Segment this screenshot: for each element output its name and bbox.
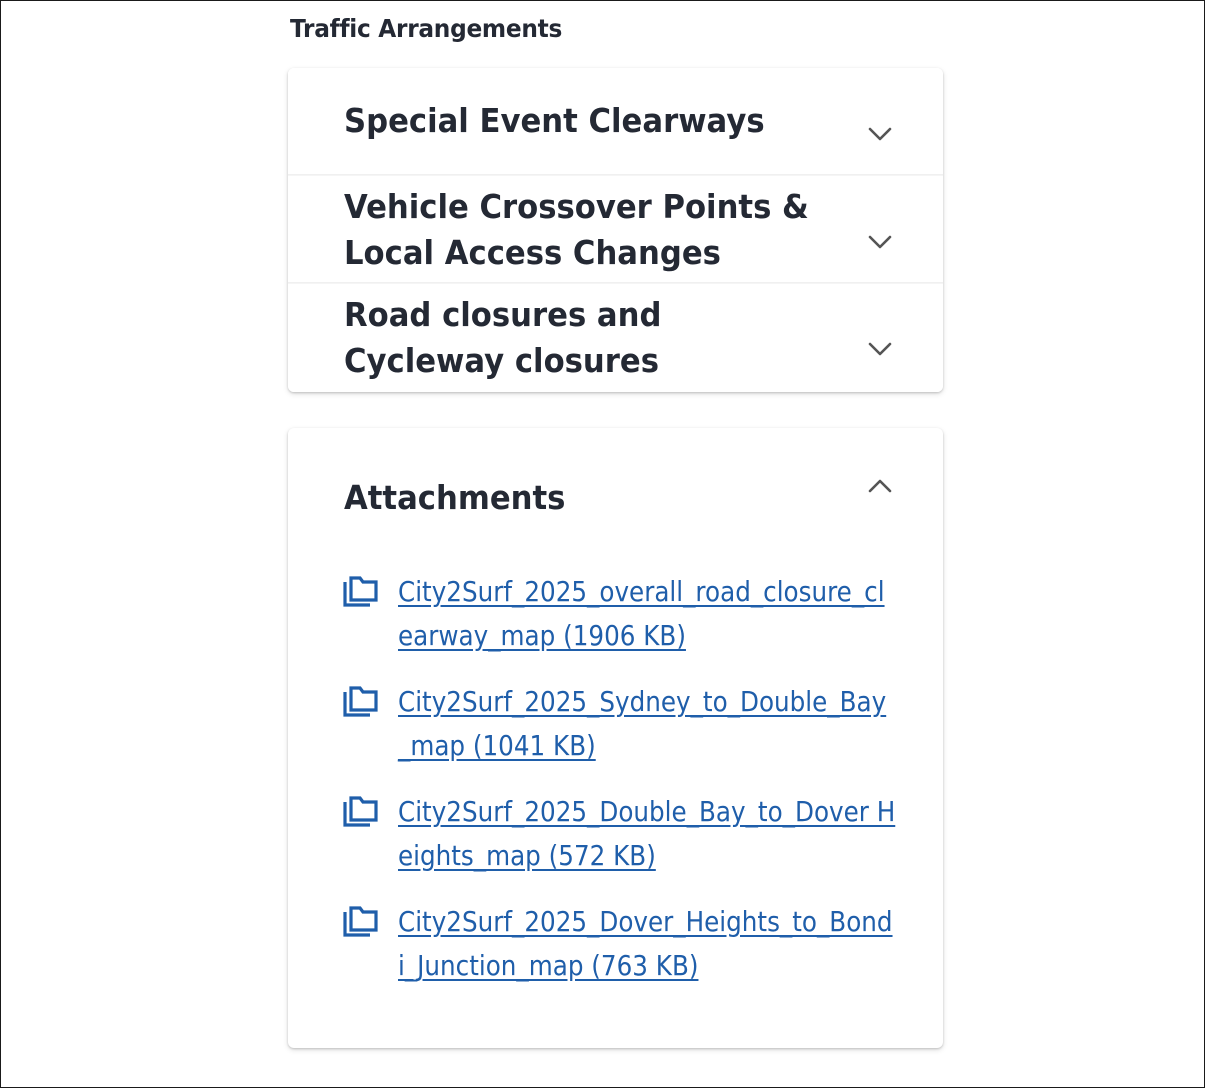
attachments-title: Attachments bbox=[344, 478, 566, 517]
chevron-down-icon bbox=[866, 339, 894, 359]
file-stack-icon bbox=[342, 905, 380, 939]
accordion-item-vehicle-crossover-points[interactable]: Vehicle Crossover Points & Local Access … bbox=[288, 176, 943, 282]
chevron-down-icon bbox=[866, 232, 894, 252]
chevron-down-icon bbox=[866, 124, 894, 144]
section-heading: Traffic Arrangements bbox=[290, 14, 563, 43]
attachment-link[interactable]: City2Surf_2025_Double_Bay_to_Dover Heigh… bbox=[398, 790, 898, 878]
accordion-item-road-closures[interactable]: Road closures and Cycleway closures bbox=[288, 284, 943, 392]
attachment-link[interactable]: City2Surf_2025_Dover_Heights_to_Bondi_Ju… bbox=[398, 900, 898, 988]
chevron-up-icon[interactable] bbox=[866, 476, 894, 496]
file-stack-icon bbox=[342, 685, 380, 719]
accordion-item-special-event-clearways[interactable]: Special Event Clearways bbox=[288, 68, 943, 174]
attachments-panel: Attachments City2Surf_2025_overall_road_… bbox=[288, 428, 943, 1048]
traffic-accordion: Special Event Clearways Vehicle Crossove… bbox=[288, 68, 943, 392]
file-stack-icon bbox=[342, 575, 380, 609]
accordion-item-title: Special Event Clearways bbox=[344, 101, 765, 140]
accordion-item-title: Vehicle Crossover Points & Local Access … bbox=[344, 187, 809, 272]
attachment-link[interactable]: City2Surf_2025_Sydney_to_Double_Bay_map … bbox=[398, 680, 898, 768]
file-stack-icon bbox=[342, 795, 380, 829]
attachment-link[interactable]: City2Surf_2025_overall_road_closure_clea… bbox=[398, 570, 898, 658]
accordion-item-title: Road closures and Cycleway closures bbox=[344, 295, 662, 380]
